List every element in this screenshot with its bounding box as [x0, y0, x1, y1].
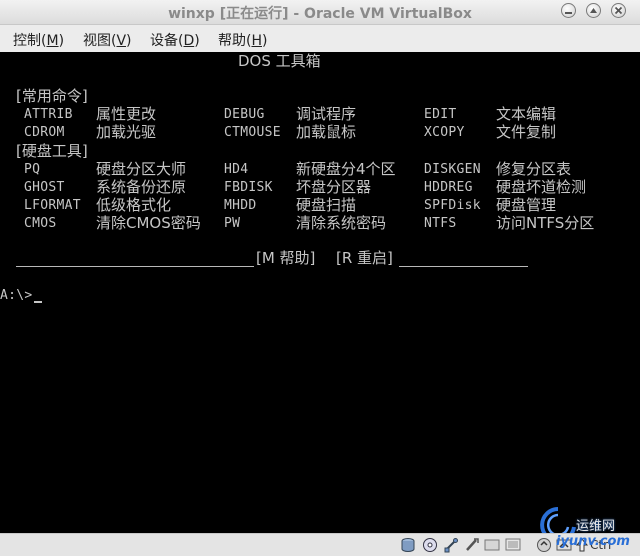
command-name: DISKGEN [424, 162, 481, 177]
divider-left [16, 266, 254, 267]
command-desc: 清除系统密码 [296, 214, 387, 232]
reboot-key-label: [R 重启] [336, 249, 393, 267]
command-name: CTMOUSE [224, 125, 281, 140]
video-capture-icon[interactable] [505, 537, 521, 553]
command-name: LFORMAT [24, 198, 81, 213]
divider-right [399, 266, 528, 267]
command-name: HD4 [224, 162, 249, 177]
command-name: ATTRIB [24, 107, 73, 122]
section-title-common: [常用命令] [16, 87, 88, 105]
close-icon [614, 6, 623, 15]
menu-help[interactable]: 帮助(H) [218, 30, 267, 50]
command-desc: 坏盘分区器 [296, 178, 372, 196]
text-cursor [34, 301, 42, 303]
command-desc: 文件复制 [496, 123, 557, 141]
command-desc: 调试程序 [296, 105, 357, 123]
command-name: XCOPY [424, 125, 465, 140]
command-name: HDDREG [424, 180, 473, 195]
optical-drive-icon[interactable] [422, 537, 438, 553]
command-name: NTFS [424, 216, 457, 231]
maximize-button[interactable] [586, 3, 601, 18]
command-desc: 文本编辑 [496, 105, 557, 123]
command-name: FBDISK [224, 180, 273, 195]
command-desc: 硬盘分区大师 [96, 160, 187, 178]
command-name: CDROM [24, 125, 65, 140]
command-name: SPFDisk [424, 198, 481, 213]
usb-icon[interactable] [443, 537, 459, 553]
display-icon[interactable] [484, 537, 500, 553]
menu-control[interactable]: 控制(M) [13, 30, 64, 50]
command-desc: 硬盘管理 [496, 196, 557, 214]
command-desc: 低级格式化 [96, 196, 172, 214]
dos-prompt: A:\> [0, 288, 33, 303]
command-desc: 新硬盘分4个区 [296, 160, 396, 178]
command-name: PQ [24, 162, 41, 177]
maximize-icon [590, 8, 597, 13]
command-desc: 加载鼠标 [296, 123, 357, 141]
minimize-button[interactable] [561, 3, 576, 18]
help-key-label: [M 帮助] [256, 249, 316, 267]
command-desc: 属性更改 [96, 105, 157, 123]
hard-disk-icon[interactable] [400, 537, 416, 553]
command-name: DEBUG [224, 107, 265, 122]
command-desc: 清除CMOS密码 [96, 214, 201, 232]
command-desc: 修复分区表 [496, 160, 572, 178]
title-bar[interactable]: winxp [正在运行] - Oracle VM VirtualBox [0, 0, 640, 25]
command-name: MHDD [224, 198, 257, 213]
command-name: GHOST [24, 180, 65, 195]
console-header: DOS 工具箱 [238, 52, 321, 70]
command-name: EDIT [424, 107, 457, 122]
command-desc: 硬盘扫描 [296, 196, 357, 214]
command-desc: 硬盘坏道检测 [496, 178, 587, 196]
window-title: winxp [正在运行] - Oracle VM VirtualBox [168, 6, 472, 22]
menu-view[interactable]: 视图(V) [83, 30, 132, 50]
command-desc: 加载光驱 [96, 123, 157, 141]
menu-devices[interactable]: 设备(D) [150, 30, 200, 50]
command-desc: 访问NTFS分区 [496, 214, 595, 232]
command-desc: 系统备份还原 [96, 178, 187, 196]
shared-folder-icon[interactable] [464, 537, 480, 553]
section-title-disk-tools: [硬盘工具] [16, 142, 88, 160]
command-name: CMOS [24, 216, 57, 231]
mouse-integration-icon[interactable] [536, 537, 552, 553]
watermark-url: iyunv.com [556, 534, 630, 549]
status-bar: Ctrl [0, 533, 640, 556]
close-button[interactable] [611, 3, 626, 18]
command-name: PW [224, 216, 241, 231]
minimize-icon [565, 12, 572, 14]
watermark-text: 运维网 [576, 519, 616, 534]
menu-bar: 控制(M) 视图(V) 设备(D) 帮助(H) [0, 25, 640, 52]
vm-console-screen[interactable]: DOS 工具箱 [常用命令] ATTRIB 属性更改 DEBUG 调试程序 ED… [0, 52, 640, 533]
